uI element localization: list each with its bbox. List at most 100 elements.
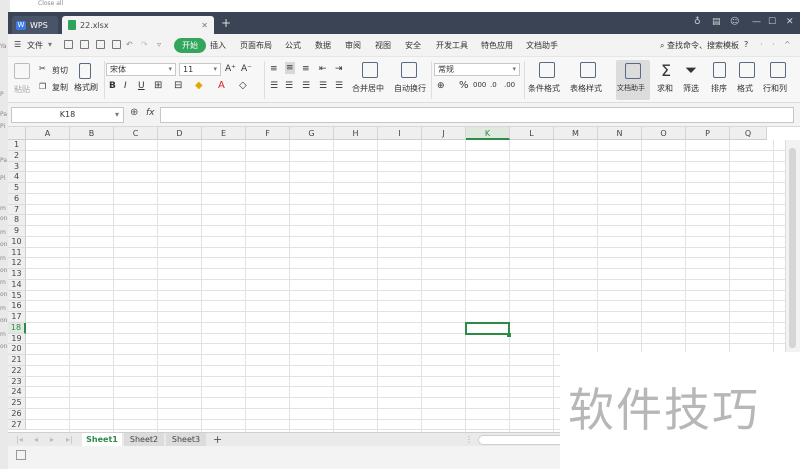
tab-split-icon[interactable]: ⋮ — [465, 435, 473, 444]
more-icon[interactable]: · — [760, 40, 763, 49]
zoom-icon[interactable]: ⊕ — [130, 107, 138, 118]
row-header-18[interactable]: 18 — [8, 322, 26, 334]
menu-developer[interactable]: 开发工具 — [436, 40, 468, 51]
row-header-14[interactable]: 14 — [8, 279, 26, 291]
sheet-tab-1[interactable]: Sheet1 — [82, 433, 122, 447]
fill-handle[interactable] — [507, 332, 511, 337]
sum-button[interactable]: 求和 — [657, 83, 673, 94]
row-header-5[interactable]: 5 — [8, 183, 26, 194]
filter-icon[interactable]: ⏷ — [685, 61, 697, 79]
row-header-25[interactable]: 25 — [8, 398, 26, 409]
conditional-format-button[interactable]: 条件格式 — [528, 83, 560, 94]
row-header-21[interactable]: 21 — [8, 355, 26, 366]
align-left-icon[interactable]: ☰ — [270, 81, 278, 91]
name-box[interactable]: K18 ▾ — [11, 107, 124, 123]
row-header-2[interactable]: 2 — [8, 150, 26, 162]
bold-button[interactable]: B — [109, 81, 116, 91]
row-header-16[interactable]: 16 — [8, 301, 26, 312]
next-sheet-icon[interactable]: ▸ — [50, 435, 54, 444]
row-header-15[interactable]: 15 — [8, 290, 26, 302]
clear-format-icon[interactable]: ◇ — [239, 80, 247, 91]
justify-icon[interactable]: ☰ — [319, 81, 327, 91]
row-header-11[interactable]: 11 — [8, 247, 26, 259]
wrap-text-button[interactable]: 自动换行 — [394, 83, 426, 94]
filter-button[interactable]: 筛选 — [683, 83, 699, 94]
column-header-h[interactable]: H — [334, 127, 378, 140]
formula-input[interactable] — [160, 107, 794, 123]
help-button[interactable]: ? — [744, 40, 748, 49]
row-header-27[interactable]: 27 — [8, 419, 26, 431]
column-header-f[interactable]: F — [246, 127, 290, 140]
italic-button[interactable]: I — [124, 81, 127, 91]
distribute-icon[interactable]: ☰ — [335, 81, 343, 91]
user-icon[interactable]: ☺ — [730, 17, 739, 27]
align-middle-icon[interactable]: ≡ — [285, 62, 295, 74]
column-header-i[interactable]: I — [378, 127, 422, 140]
align-bottom-icon[interactable]: ≡ — [302, 64, 310, 74]
print-preview-icon[interactable] — [112, 40, 121, 49]
doc-assistant-button[interactable]: 文档助手 — [616, 60, 650, 100]
decrease-font-icon[interactable]: A⁻ — [241, 64, 252, 74]
maximize-icon[interactable]: ☐ — [768, 17, 776, 27]
copy-icon[interactable]: ❐ — [39, 82, 46, 91]
export-pdf-icon[interactable] — [80, 40, 89, 49]
selected-cell[interactable] — [465, 321, 510, 335]
fill-color-icon[interactable]: ◆ — [195, 80, 203, 91]
align-center-icon[interactable]: ☰ — [285, 81, 293, 91]
indent-increase-icon[interactable]: ⇥ — [335, 64, 343, 74]
paste-icon[interactable] — [14, 63, 30, 79]
print-icon[interactable] — [96, 40, 105, 49]
column-header-l[interactable]: L — [510, 127, 554, 140]
column-header-q[interactable]: Q — [730, 127, 767, 140]
column-header-c[interactable]: C — [114, 127, 158, 140]
new-tab-button[interactable]: + — [221, 16, 231, 30]
row-header-3[interactable]: 3 — [8, 161, 26, 173]
number-format-select[interactable]: 常规 ▾ — [434, 63, 520, 76]
sheet-tab-2[interactable]: Sheet2 — [124, 433, 164, 447]
menu-page-layout[interactable]: 页面布局 — [240, 40, 272, 51]
menu-special-apps[interactable]: 特色应用 — [481, 40, 513, 51]
percent-button[interactable]: % — [459, 80, 469, 91]
select-all-corner[interactable] — [8, 127, 26, 140]
chevron-down-icon[interactable]: ▾ — [48, 40, 52, 49]
row-header-8[interactable]: 8 — [8, 215, 26, 226]
collapse-ribbon-icon[interactable]: ^ — [784, 40, 791, 49]
format-icon[interactable] — [739, 62, 755, 78]
row-header-12[interactable]: 12 — [8, 258, 26, 269]
indent-decrease-icon[interactable]: ⇤ — [319, 64, 327, 74]
row-header-7[interactable]: 7 — [8, 204, 26, 216]
column-header-m[interactable]: M — [554, 127, 598, 140]
column-header-d[interactable]: D — [158, 127, 202, 140]
column-header-j[interactable]: J — [422, 127, 466, 140]
wrap-text-icon[interactable] — [401, 62, 417, 78]
add-sheet-button[interactable]: + — [213, 433, 222, 446]
align-right-icon[interactable]: ☰ — [302, 81, 310, 91]
close-tab-icon[interactable]: ✕ — [201, 21, 208, 30]
row-header-26[interactable]: 26 — [8, 408, 26, 420]
conditional-format-icon[interactable] — [539, 62, 555, 78]
scissors-icon[interactable]: ✂ — [39, 64, 46, 73]
row-header-13[interactable]: 13 — [8, 269, 26, 280]
tab-document[interactable]: 22.xlsx ✕ — [62, 16, 214, 34]
menu-formulas[interactable]: 公式 — [285, 40, 301, 51]
minimize-icon[interactable]: — — [752, 17, 761, 27]
font-size-select[interactable]: 11 ▾ — [179, 63, 221, 76]
paste-button[interactable]: 粘贴 — [14, 84, 30, 95]
sort-button[interactable]: 排序 — [711, 83, 727, 94]
customize-toolbar-icon[interactable]: ▿ — [157, 40, 161, 49]
merge-center-icon[interactable] — [362, 62, 378, 78]
table-style-icon[interactable] — [580, 62, 596, 78]
horizontal-scrollbar[interactable] — [478, 435, 568, 445]
increase-decimal-icon[interactable]: .0 — [490, 81, 497, 89]
column-header-p[interactable]: P — [686, 127, 730, 140]
status-mode-icon[interactable] — [16, 450, 26, 460]
cut-button[interactable]: 剪切 — [52, 65, 68, 76]
row-header-9[interactable]: 9 — [8, 226, 26, 237]
hamburger-icon[interactable]: ☰ — [14, 40, 21, 49]
table-style-button[interactable]: 表格样式 — [570, 83, 602, 94]
decrease-decimal-icon[interactable]: .00 — [504, 81, 515, 89]
row-col-icon[interactable] — [770, 62, 786, 78]
menu-start[interactable]: 开始 — [174, 38, 206, 53]
column-header-b[interactable]: B — [70, 127, 114, 140]
row-header-17[interactable]: 17 — [8, 312, 26, 323]
